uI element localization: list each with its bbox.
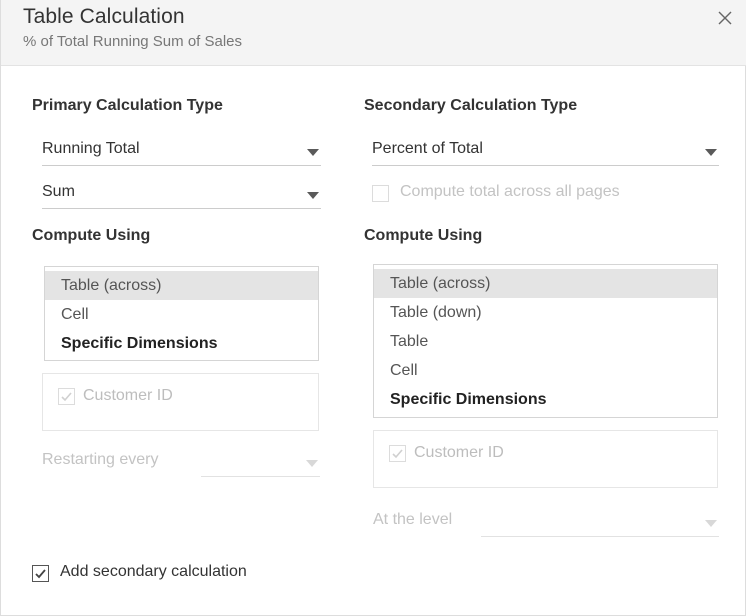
secondary-compute-using-label: Compute Using xyxy=(364,227,483,244)
list-item[interactable]: Table (across) xyxy=(45,271,318,300)
secondary-compute-using-list[interactable]: Table (across) Table (down) Table Cell S… xyxy=(373,264,718,418)
dimension-label: Customer ID xyxy=(414,444,504,461)
chevron-down-icon xyxy=(307,149,319,156)
list-item[interactable]: Cell xyxy=(45,300,318,329)
chevron-down-icon xyxy=(307,192,319,199)
dialog-subtitle: % of Total Running Sum of Sales xyxy=(23,33,243,50)
chevron-down-icon xyxy=(705,149,717,156)
close-icon[interactable] xyxy=(712,5,738,31)
list-item-label: Cell xyxy=(61,306,89,323)
page-title: Table Calculation xyxy=(23,5,185,28)
list-item[interactable]: Specific Dimensions xyxy=(45,329,318,358)
list-item[interactable]: Cell xyxy=(374,356,717,385)
dimension-label: Customer ID xyxy=(83,387,173,404)
dialog-header: Table Calculation % of Total Running Sum… xyxy=(1,0,746,66)
primary-aggregation-dropdown[interactable]: Sum xyxy=(42,181,321,209)
list-item[interactable]: Table (down) xyxy=(374,298,717,327)
primary-compute-using-label: Compute Using xyxy=(32,227,151,244)
compute-total-across-pages-label: Compute total across all pages xyxy=(400,183,620,200)
primary-compute-using-list[interactable]: Table (across) Cell Specific Dimensions xyxy=(44,266,319,361)
secondary-dimension-list[interactable]: Customer ID xyxy=(373,430,718,488)
list-item[interactable]: Specific Dimensions xyxy=(374,385,717,414)
list-item-label: Specific Dimensions xyxy=(390,391,547,408)
secondary-calculation-type-dropdown[interactable]: Percent of Total xyxy=(372,138,719,166)
add-secondary-calculation-label: Add secondary calculation xyxy=(60,563,247,580)
list-item[interactable]: Table xyxy=(374,327,717,356)
restarting-every-dropdown xyxy=(201,449,320,477)
at-the-level-dropdown xyxy=(481,509,719,537)
primary-calculation-panel: Primary Calculation Type Running Total S… xyxy=(1,66,356,616)
list-item-label: Table (down) xyxy=(390,304,482,321)
secondary-calculation-type-label: Secondary Calculation Type xyxy=(364,97,578,114)
at-the-level-label: At the level xyxy=(373,511,453,528)
dimension-checkbox xyxy=(389,445,406,462)
compute-total-across-pages-checkbox xyxy=(372,185,389,202)
chevron-down-icon xyxy=(705,520,717,527)
list-item[interactable]: Table (across) xyxy=(374,269,717,298)
restarting-every-label: Restarting every xyxy=(42,451,159,468)
primary-calculation-type-value: Running Total xyxy=(42,140,140,157)
list-item-label: Cell xyxy=(390,362,418,379)
list-item-label: Table (across) xyxy=(61,277,162,294)
list-item-label: Specific Dimensions xyxy=(61,335,218,352)
list-item-label: Table (across) xyxy=(390,275,491,292)
list-item-label: Table xyxy=(390,333,429,350)
dimension-row: Customer ID xyxy=(43,383,318,409)
table-calculation-dialog: Table Calculation % of Total Running Sum… xyxy=(0,0,746,616)
primary-dimension-list[interactable]: Customer ID xyxy=(42,373,319,431)
primary-calculation-type-dropdown[interactable]: Running Total xyxy=(42,138,321,166)
secondary-calculation-type-value: Percent of Total xyxy=(372,140,483,157)
secondary-calculation-panel: Secondary Calculation Type Percent of To… xyxy=(356,66,746,616)
add-secondary-calculation-checkbox[interactable] xyxy=(32,565,49,582)
primary-aggregation-value: Sum xyxy=(42,183,75,200)
dimension-checkbox xyxy=(58,388,75,405)
primary-calculation-type-label: Primary Calculation Type xyxy=(32,97,223,114)
dimension-row: Customer ID xyxy=(374,440,717,466)
chevron-down-icon xyxy=(306,460,318,467)
